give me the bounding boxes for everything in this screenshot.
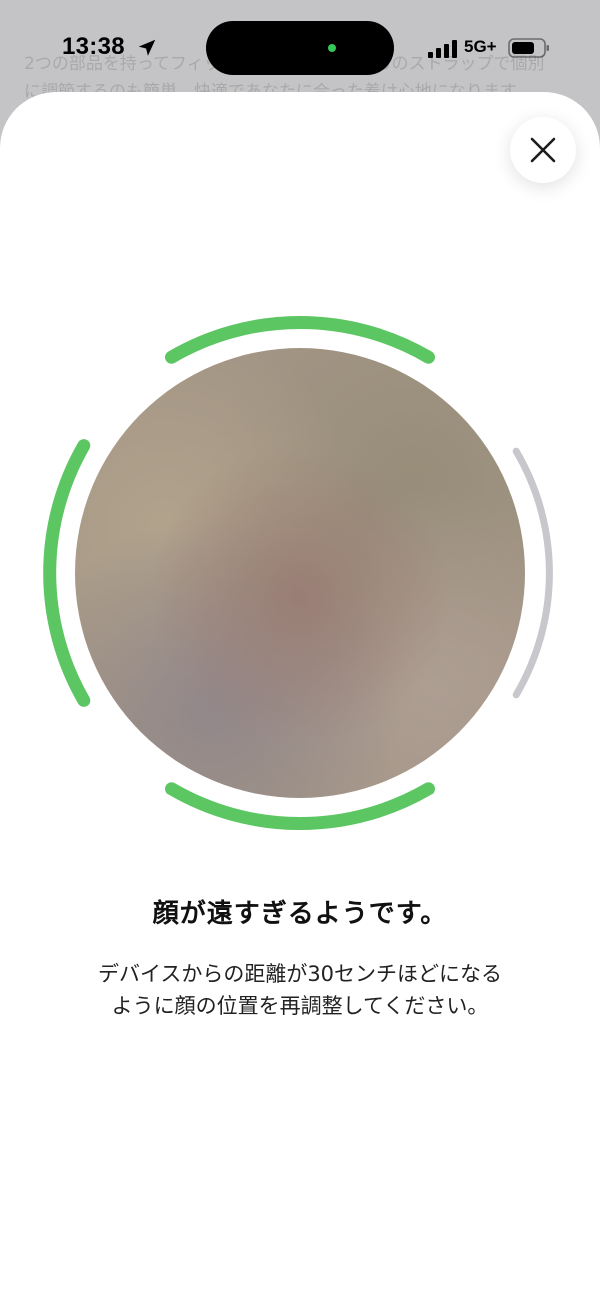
progress-arc-top bbox=[165, 316, 435, 364]
cellular-signal-icon bbox=[428, 40, 457, 58]
status-bar: 13:38 5G+ bbox=[0, 0, 600, 96]
camera-indicator-dot bbox=[328, 44, 336, 52]
battery-icon bbox=[508, 38, 549, 58]
status-instructions: デバイスからの距離が30センチほどになる ように顔の位置を再調整してください。 bbox=[97, 962, 503, 1018]
close-icon bbox=[530, 137, 556, 163]
location-arrow-icon bbox=[138, 39, 156, 56]
face-scan-area bbox=[0, 300, 600, 840]
dynamic-island bbox=[206, 21, 394, 75]
progress-arc-right bbox=[512, 447, 553, 699]
alignment-progress-ring bbox=[43, 316, 553, 830]
close-button[interactable] bbox=[510, 117, 576, 183]
status-time: 13:38 bbox=[62, 33, 125, 60]
progress-arc-left bbox=[43, 439, 91, 707]
network-type-label: 5G+ bbox=[464, 37, 497, 56]
progress-arc-bottom bbox=[165, 782, 435, 830]
status-title: 顔が遠すぎるようです。 bbox=[152, 899, 448, 929]
